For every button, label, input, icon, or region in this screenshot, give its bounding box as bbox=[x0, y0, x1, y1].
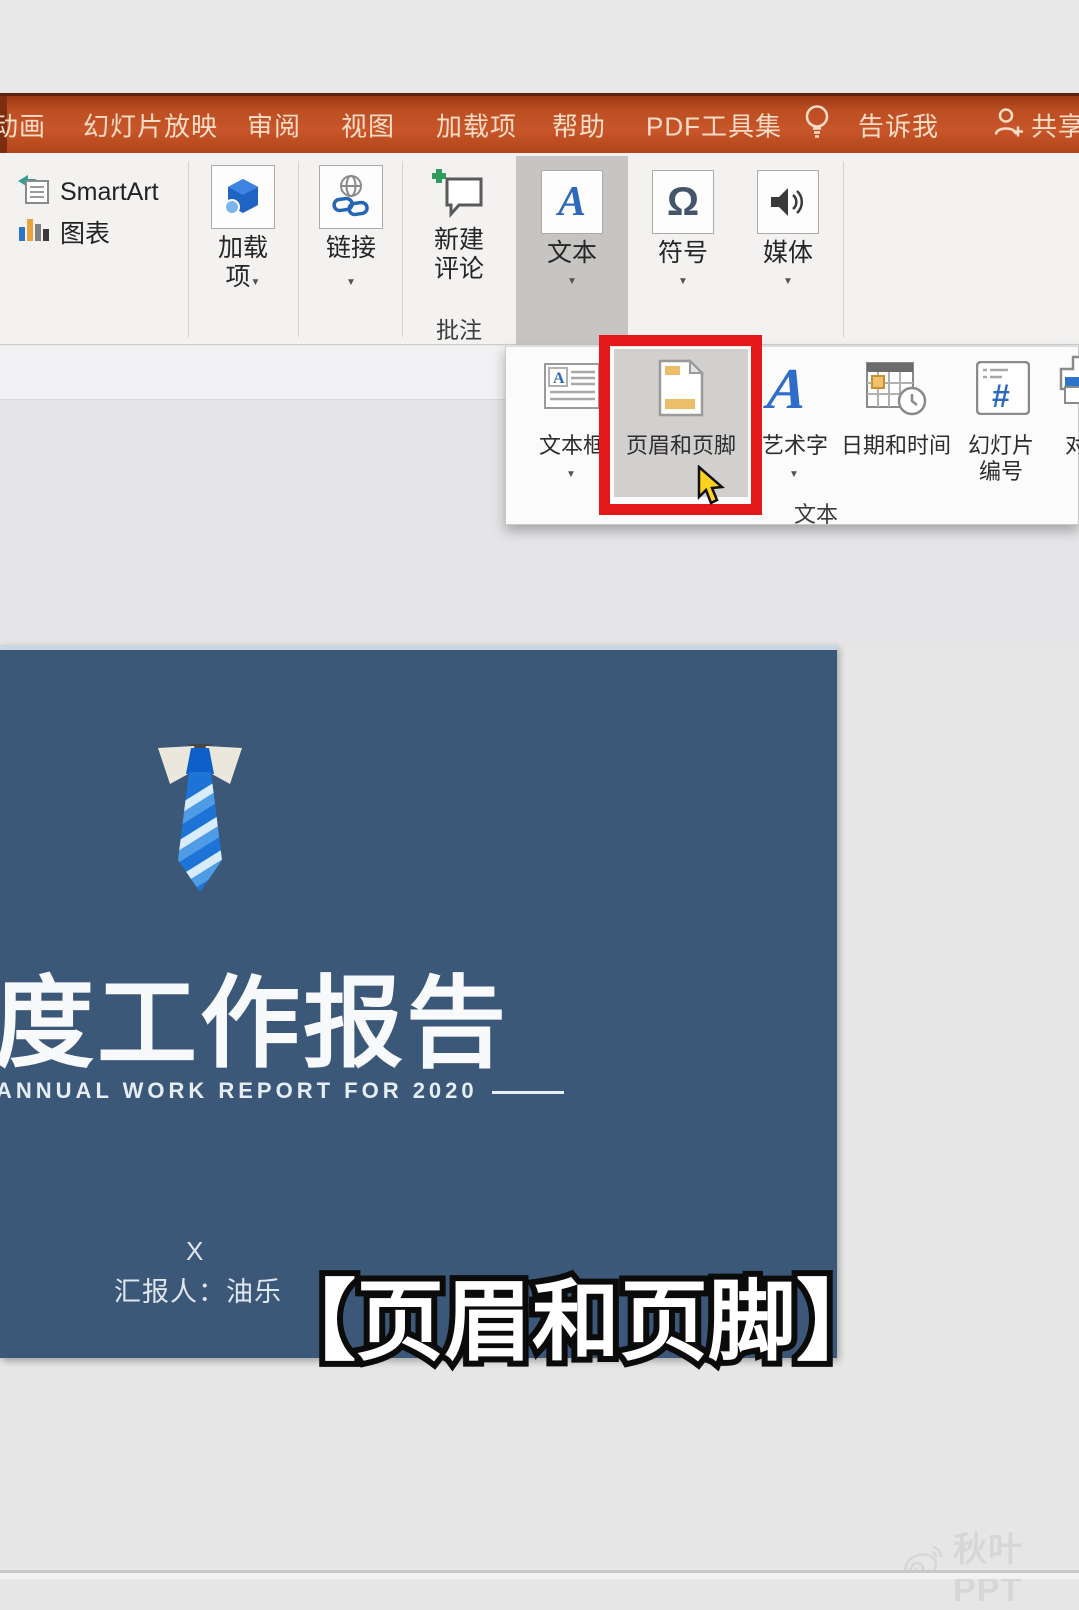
subtitle-dash bbox=[491, 1090, 564, 1094]
watermark: 秋叶PPT bbox=[903, 1522, 1079, 1610]
dropdown-arrow-icon: ▼ bbox=[566, 469, 576, 480]
tab-animations[interactable]: 动画 bbox=[0, 106, 46, 143]
ribbon-separator bbox=[402, 161, 403, 337]
symbol-label: 符号 bbox=[657, 239, 708, 267]
tab-view[interactable]: 视图 bbox=[341, 106, 395, 143]
dropdown-arrow-icon: ▼ bbox=[783, 276, 793, 287]
datetime-icon bbox=[866, 359, 928, 422]
window-top-area bbox=[0, 0, 1079, 93]
menu-item-datetime-label: 日期和时间 bbox=[840, 433, 951, 458]
slide-title: 度工作报告 bbox=[0, 968, 509, 1080]
text-button[interactable]: A 文本 ▼ bbox=[516, 156, 628, 345]
slide-canvas[interactable]: 度工作报告 ANNUAL WORK REPORT FOR 2020 X 汇报人：… bbox=[0, 645, 837, 1358]
ribbon-separator bbox=[188, 161, 189, 337]
share-person-icon bbox=[992, 104, 1026, 145]
text-icon: A bbox=[541, 170, 603, 234]
new-comment-button[interactable]: 新建评论 bbox=[426, 165, 492, 284]
slide-number-icon: # bbox=[975, 360, 1031, 420]
text-label: 文本 bbox=[546, 239, 597, 267]
mouse-cursor-icon bbox=[696, 464, 730, 514]
ribbon: SmartArt 图表 加载项▼ 链接 ▼ 新建评论 批注 A 文本 ▼ Ω 符… bbox=[0, 153, 1079, 345]
symbol-button[interactable]: Ω 符号 ▼ bbox=[640, 170, 726, 288]
ribbon-separator bbox=[298, 161, 299, 337]
new-comment-icon bbox=[427, 165, 491, 221]
red-highlight-box bbox=[599, 335, 762, 515]
tab-help[interactable]: 帮助 bbox=[552, 106, 606, 143]
watermark-text: 秋叶PPT bbox=[953, 1531, 1023, 1609]
links-label: 链接 bbox=[325, 234, 376, 262]
menu-item-wordart-label: 艺术字 bbox=[761, 433, 828, 458]
smartart-icon bbox=[16, 173, 52, 212]
chart-icon bbox=[16, 211, 52, 252]
chart-label: 图表 bbox=[60, 219, 111, 248]
lightbulb-icon bbox=[802, 101, 832, 148]
dropdown-arrow-icon: ▼ bbox=[346, 277, 356, 288]
dropdown-arrow-icon: ▼ bbox=[250, 277, 261, 288]
addins-label: 加载项 bbox=[217, 234, 268, 291]
addins-button[interactable]: 加载项▼ bbox=[208, 165, 278, 292]
caption-header-footer: 【页眉和页脚】 【页眉和页脚】 bbox=[262, 1272, 890, 1372]
tab-tell-me[interactable]: 告诉我 bbox=[858, 106, 939, 143]
link-icon bbox=[319, 165, 383, 229]
menu-item-slide-number-label: 幻灯片编号 bbox=[967, 433, 1034, 484]
menu-item-object-label: 对 bbox=[1064, 433, 1079, 458]
symbol-icon: Ω bbox=[652, 170, 714, 234]
addins-icon bbox=[211, 165, 275, 229]
ribbon-separator bbox=[843, 161, 844, 337]
wordart-icon: A bbox=[764, 356, 811, 421]
slide-subtitle: ANNUAL WORK REPORT FOR 2020 bbox=[0, 1078, 564, 1104]
object-icon bbox=[1059, 355, 1079, 422]
tab-pdf-tools[interactable]: PDF工具集 bbox=[646, 106, 782, 143]
text-menu-group-label: 文本 bbox=[793, 502, 838, 527]
tab-slideshow[interactable]: 幻灯片放映 bbox=[83, 106, 218, 143]
tie-graphic bbox=[150, 740, 250, 915]
tab-share[interactable]: 共享 bbox=[1031, 106, 1079, 143]
tab-addins[interactable]: 加载项 bbox=[436, 106, 517, 143]
comments-group-label: 批注 bbox=[436, 317, 482, 343]
text-dropdown-menu: A 文本框 ▼ 页眉和页脚 A 艺术字 ▼ 日期和时间 # 幻灯片编号 对 文本 bbox=[505, 335, 1079, 527]
media-speaker-icon bbox=[757, 170, 819, 234]
dropdown-arrow-icon: ▼ bbox=[789, 469, 799, 480]
links-button[interactable]: 链接 ▼ bbox=[318, 165, 384, 292]
new-comment-label: 新建评论 bbox=[433, 226, 484, 283]
weibo-icon bbox=[903, 1543, 945, 1590]
media-label: 媒体 bbox=[762, 239, 813, 267]
bottom-edge bbox=[0, 1573, 1079, 1579]
media-button[interactable]: 媒体 ▼ bbox=[744, 170, 832, 288]
svg-text:A: A bbox=[553, 370, 565, 387]
smartart-button[interactable]: SmartArt bbox=[16, 173, 159, 212]
smartart-label: SmartArt bbox=[60, 178, 159, 206]
tab-review[interactable]: 审阅 bbox=[247, 106, 301, 143]
textbox-icon: A bbox=[544, 363, 600, 414]
chart-button[interactable]: 图表 bbox=[16, 211, 110, 252]
dropdown-arrow-icon: ▼ bbox=[567, 276, 577, 287]
svg-text:#: # bbox=[992, 378, 1010, 414]
presenter-mark: X bbox=[186, 1236, 204, 1266]
presenter-text: 汇报人：油乐 bbox=[114, 1277, 282, 1307]
dropdown-arrow-icon: ▼ bbox=[678, 276, 688, 287]
ribbon-tab-bar: 动画 幻灯片放映 审阅 视图 加载项 帮助 PDF工具集 告诉我 共享 bbox=[0, 93, 1079, 153]
